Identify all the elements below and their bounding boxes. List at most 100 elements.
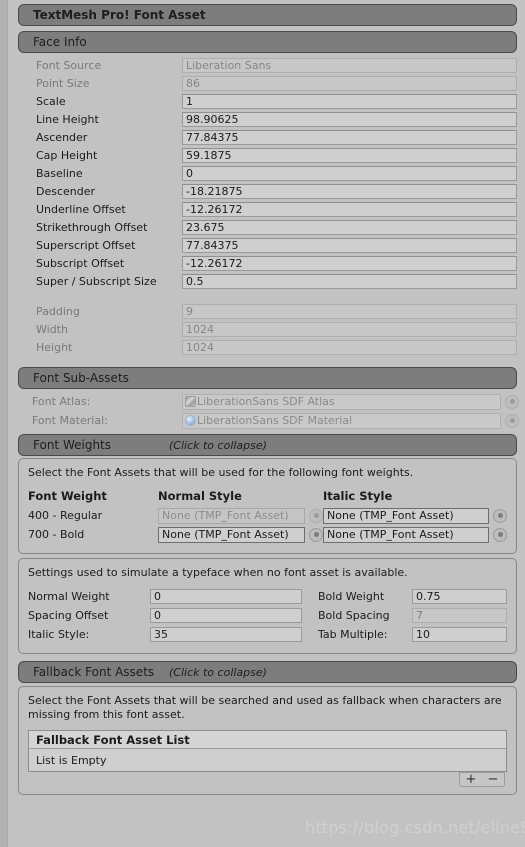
field-row-point-size: Point Size 86 bbox=[8, 74, 525, 92]
regular-italic-asset-field[interactable]: None (TMP_Font Asset) bbox=[323, 507, 489, 524]
field-label: Strikethrough Offset bbox=[36, 220, 148, 234]
column-header-italic-style: Italic Style bbox=[323, 489, 393, 503]
field-row-baseline: Baseline 0 bbox=[8, 164, 525, 182]
italic-style-input[interactable]: 35 bbox=[150, 627, 302, 642]
field-row-height: Height 1024 bbox=[8, 338, 525, 356]
bold-normal-picker-icon[interactable] bbox=[309, 527, 323, 542]
font-weights-description: Select the Font Assets that will be used… bbox=[28, 466, 414, 479]
list-header: Fallback Font Asset List bbox=[29, 731, 506, 749]
descender-input[interactable]: -18.21875 bbox=[182, 183, 517, 199]
field-label: Width bbox=[36, 322, 68, 336]
typeface-settings-grid: Normal Weight 0 Bold Weight 0.75 Spacing… bbox=[28, 587, 507, 644]
object-row-font-atlas: Font Atlas: LiberationSans SDF Atlas bbox=[8, 392, 525, 411]
column-header-font-weight: Font Weight bbox=[28, 489, 107, 503]
typeface-settings-box: Settings used to simulate a typeface whe… bbox=[18, 558, 517, 654]
scale-input[interactable]: 1 bbox=[182, 93, 517, 109]
bold-weight-input[interactable]: 0.75 bbox=[412, 589, 507, 604]
fallback-font-asset-list: Fallback Font Asset List List is Empty bbox=[28, 730, 507, 772]
add-item-button[interactable]: + bbox=[462, 773, 480, 786]
font-atlas-label: Font Atlas: bbox=[32, 395, 91, 408]
object-row-font-material: Font Material: LiberationSans SDF Materi… bbox=[8, 411, 525, 430]
cap-height-input[interactable]: 59.1875 bbox=[182, 147, 517, 163]
list-item: List is Empty bbox=[29, 749, 506, 771]
settings-row-weight: Normal Weight 0 Bold Weight 0.75 bbox=[28, 587, 507, 606]
regular-normal-asset-field: None (TMP_Font Asset) bbox=[158, 507, 305, 524]
font-material-picker-icon[interactable] bbox=[505, 413, 519, 428]
tab-multiple-label: Tab Multiple: bbox=[318, 628, 388, 641]
field-row-underline-offset: Underline Offset -12.26172 bbox=[8, 200, 525, 218]
baseline-input[interactable]: 0 bbox=[182, 165, 517, 181]
font-material-value: LiberationSans SDF Material bbox=[197, 414, 353, 427]
bold-spacing-input[interactable]: 7 bbox=[412, 608, 507, 623]
settings-row-spacing: Spacing Offset 0 Bold Spacing 7 bbox=[28, 606, 507, 625]
field-label: Cap Height bbox=[36, 148, 98, 162]
list-header-label: Fallback Font Asset List bbox=[36, 732, 190, 747]
section-header-font-weights[interactable]: Font Weights (Click to collapse) bbox=[18, 434, 517, 456]
italic-style-label: Italic Style: bbox=[28, 628, 90, 641]
font-atlas-object-field[interactable]: LiberationSans SDF Atlas bbox=[182, 393, 501, 410]
field-label: Point Size bbox=[36, 76, 90, 90]
section-title-font-sub-assets: Font Sub-Assets bbox=[33, 371, 129, 385]
section-header-font-sub-assets[interactable]: Font Sub-Assets bbox=[18, 367, 517, 389]
bold-italic-picker-icon[interactable] bbox=[493, 527, 507, 542]
weight-label-400: 400 - Regular bbox=[28, 509, 103, 522]
field-label: Superscript Offset bbox=[36, 238, 136, 252]
asset-title-bar: TextMesh Pro! Font Asset bbox=[18, 4, 517, 26]
section-title-fallback-font-assets: Fallback Font Assets bbox=[33, 665, 155, 679]
table-row: 400 - Regular None (TMP_Font Asset) None… bbox=[28, 506, 507, 525]
field-label: Padding bbox=[36, 304, 80, 318]
left-gutter bbox=[0, 0, 8, 847]
font-atlas-picker-icon[interactable] bbox=[505, 394, 519, 409]
subscript-offset-input[interactable]: -12.26172 bbox=[182, 255, 517, 271]
padding-input: 9 bbox=[182, 303, 517, 319]
font-sub-assets-rows: Font Atlas: LiberationSans SDF Atlas Fon… bbox=[8, 389, 525, 430]
point-size-input: 86 bbox=[182, 75, 517, 91]
bold-italic-asset-field[interactable]: None (TMP_Font Asset) bbox=[323, 526, 489, 543]
section-title-font-weights: Font Weights bbox=[33, 438, 111, 452]
spacing-offset-input[interactable]: 0 bbox=[150, 608, 302, 623]
bold-normal-asset-field[interactable]: None (TMP_Font Asset) bbox=[158, 526, 305, 543]
remove-item-button[interactable]: − bbox=[484, 773, 502, 786]
superscript-offset-input[interactable]: 77.84375 bbox=[182, 237, 517, 253]
strikethrough-offset-input[interactable]: 23.675 bbox=[182, 219, 517, 235]
fallback-font-assets-box: Select the Font Assets that will be sear… bbox=[18, 686, 517, 795]
font-weights-table: Font Weight Normal Style Italic Style 40… bbox=[28, 489, 507, 544]
field-label: Height bbox=[36, 340, 73, 354]
regular-italic-picker-icon[interactable] bbox=[493, 508, 507, 523]
regular-normal-picker-icon[interactable] bbox=[309, 508, 323, 523]
page-title: TextMesh Pro! Font Asset bbox=[33, 8, 206, 22]
field-row-ascender: Ascender 77.84375 bbox=[8, 128, 525, 146]
field-label: Line Height bbox=[36, 112, 99, 126]
texture-thumbnail-icon bbox=[185, 396, 196, 407]
ascender-input[interactable]: 77.84375 bbox=[182, 129, 517, 145]
font-weights-box: Select the Font Assets that will be used… bbox=[18, 458, 517, 554]
font-source-input: Liberation Sans bbox=[182, 57, 517, 73]
tab-multiple-input[interactable]: 10 bbox=[412, 627, 507, 642]
material-sphere-icon bbox=[185, 415, 196, 426]
field-label: Scale bbox=[36, 94, 66, 108]
bold-spacing-label: Bold Spacing bbox=[318, 609, 390, 622]
section-header-face-info[interactable]: Face Info bbox=[18, 31, 517, 53]
section-header-fallback-font-assets[interactable]: Fallback Font Assets (Click to collapse) bbox=[18, 661, 517, 683]
list-add-remove-controls: + − bbox=[459, 772, 505, 787]
line-height-input[interactable]: 98.90625 bbox=[182, 111, 517, 127]
field-row-padding: Padding 9 bbox=[8, 302, 525, 320]
fallback-description: Select the Font Assets that will be sear… bbox=[28, 694, 502, 721]
field-row-font-source: Font Source Liberation Sans bbox=[8, 56, 525, 74]
normal-weight-input[interactable]: 0 bbox=[150, 589, 302, 604]
field-row-super-subscript-size: Super / Subscript Size 0.5 bbox=[8, 272, 525, 290]
font-atlas-value: LiberationSans SDF Atlas bbox=[197, 395, 335, 408]
underline-offset-input[interactable]: -12.26172 bbox=[182, 201, 517, 217]
field-row-line-height: Line Height 98.90625 bbox=[8, 110, 525, 128]
table-row: 700 - Bold None (TMP_Font Asset) None (T… bbox=[28, 525, 507, 544]
face-info-fields: Font Source Liberation Sans Point Size 8… bbox=[8, 53, 525, 356]
field-row-subscript-offset: Subscript Offset -12.26172 bbox=[8, 254, 525, 272]
inspector-panel: TextMesh Pro! Font Asset Face Info Font … bbox=[8, 0, 525, 847]
width-input: 1024 bbox=[182, 321, 517, 337]
field-label: Font Source bbox=[36, 58, 102, 72]
super-subscript-size-input[interactable]: 0.5 bbox=[182, 273, 517, 289]
height-input: 1024 bbox=[182, 339, 517, 355]
font-material-object-field[interactable]: LiberationSans SDF Material bbox=[182, 412, 501, 429]
field-row-strikethrough-offset: Strikethrough Offset 23.675 bbox=[8, 218, 525, 236]
field-row-descender: Descender -18.21875 bbox=[8, 182, 525, 200]
